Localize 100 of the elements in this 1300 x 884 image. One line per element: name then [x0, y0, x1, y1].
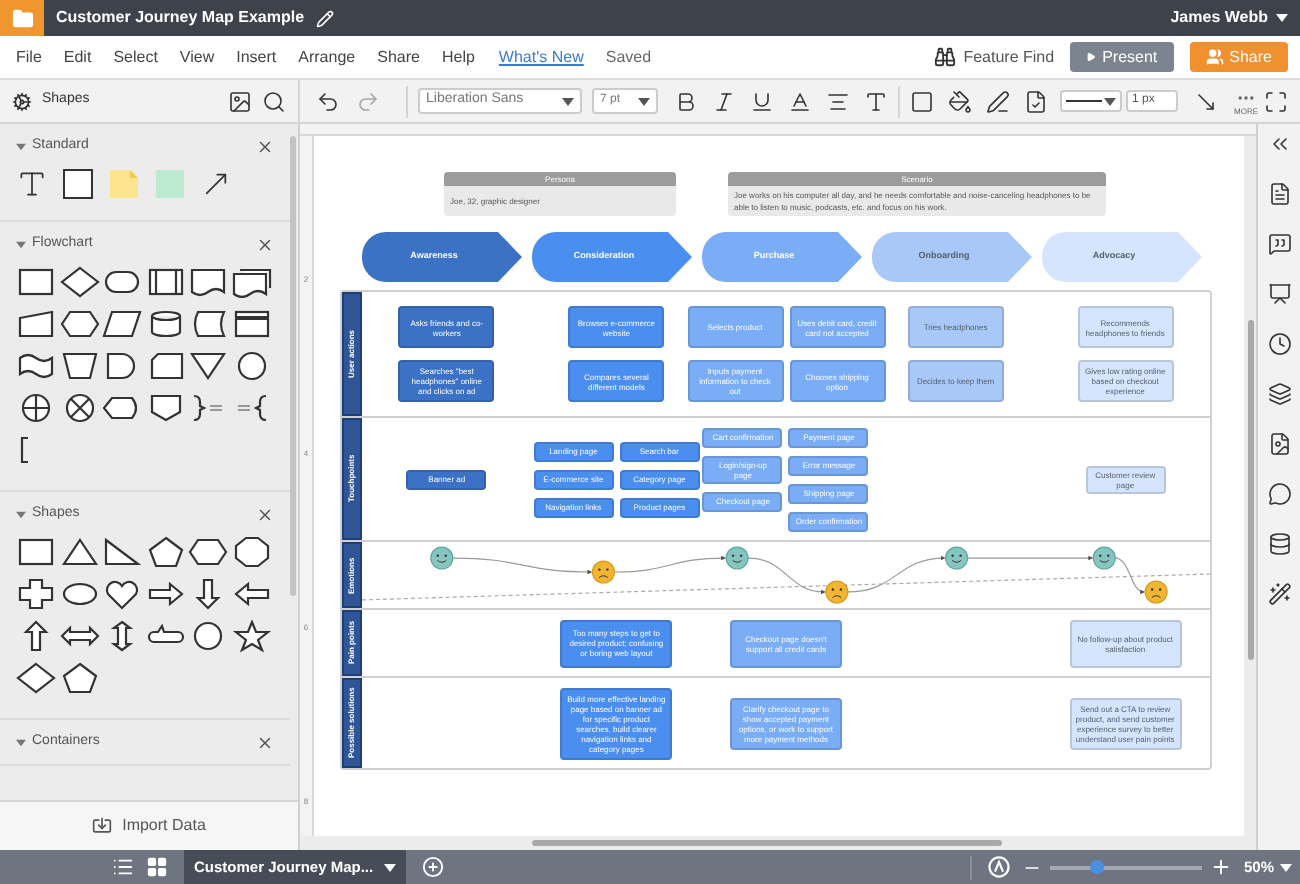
rectangle-shape-icon[interactable] [16, 536, 56, 568]
close-icon[interactable] [256, 733, 274, 751]
tape-shape-icon[interactable] [16, 350, 56, 382]
add-page-icon[interactable] [421, 856, 444, 878]
right-arrow-shape-icon[interactable] [145, 578, 185, 610]
quote-icon[interactable] [1267, 232, 1291, 256]
heart-shape-icon[interactable] [102, 578, 142, 610]
clock-icon[interactable] [1267, 332, 1291, 356]
line-arrow-icon[interactable] [1194, 89, 1218, 113]
section-toggle-icon[interactable] [16, 141, 26, 151]
double-arrow-shape-icon[interactable] [59, 620, 99, 652]
layers-icon[interactable] [1267, 382, 1291, 406]
undo-icon[interactable] [316, 89, 340, 113]
scrollbar-thumb[interactable] [1247, 320, 1253, 660]
caret-icon [383, 863, 396, 871]
bold-icon[interactable] [674, 89, 698, 113]
italic-icon[interactable] [712, 89, 736, 113]
text-tool-icon[interactable] [16, 168, 48, 200]
menu-item[interactable]: Edit [63, 45, 92, 69]
menu-item[interactable]: Help [441, 45, 475, 69]
diamond-shape-icon[interactable] [59, 266, 99, 298]
arrow-line-icon[interactable] [200, 168, 232, 200]
hexagon-shape-icon[interactable] [59, 308, 99, 340]
search-icon[interactable] [262, 89, 286, 113]
comment-icon[interactable] [1267, 482, 1291, 506]
fullscreen-icon[interactable] [1264, 89, 1288, 113]
collapse-icon[interactable] [1267, 132, 1291, 156]
triangle-in-circle-icon[interactable] [987, 856, 1010, 878]
section-toggle-icon[interactable] [16, 509, 26, 519]
off-page-shape-icon[interactable] [145, 392, 185, 424]
star-shape-icon[interactable] [231, 620, 271, 652]
close-icon[interactable] [256, 235, 274, 253]
stored-data-shape-icon[interactable] [188, 308, 228, 340]
image-file-icon[interactable] [1267, 432, 1291, 456]
diamond-shape-icon[interactable] [16, 662, 56, 694]
terminator-shape-icon[interactable] [102, 266, 142, 298]
menu-item[interactable]: Arrange [298, 45, 356, 69]
octagon-shape-icon[interactable] [231, 536, 271, 568]
left-arrow-shape-icon[interactable] [231, 578, 271, 610]
trapezoid-shape-icon[interactable] [59, 350, 99, 382]
database-icon[interactable] [1267, 532, 1291, 556]
manual-input-shape-icon[interactable] [16, 308, 56, 340]
triangle-shape-icon[interactable] [59, 536, 99, 568]
note-check-icon[interactable] [1024, 89, 1048, 113]
rename-pencil-icon[interactable] [316, 9, 335, 27]
import-data-button[interactable]: Import Data [0, 800, 298, 850]
cross-shape-icon[interactable] [16, 578, 56, 610]
present-button[interactable]: Present [1070, 42, 1174, 72]
whats-new-link[interactable]: What's New [498, 45, 584, 69]
circle-shape-icon[interactable] [188, 620, 228, 652]
menu-item[interactable]: Insert [236, 45, 277, 69]
user-menu[interactable]: James Webb [1170, 6, 1288, 30]
cloud-shape-icon[interactable] [59, 578, 99, 610]
menu-item[interactable]: View [179, 45, 215, 69]
text-size-icon[interactable] [864, 89, 888, 113]
image-icon[interactable] [228, 89, 252, 113]
circle-plus-shape-icon[interactable] [16, 392, 56, 424]
border-icon[interactable] [910, 89, 934, 113]
pentagon-shape-icon[interactable] [145, 536, 185, 568]
rectangle-shape-icon[interactable] [62, 168, 94, 200]
down-triangle-shape-icon[interactable] [188, 350, 228, 382]
document-shape-icon[interactable] [188, 266, 228, 298]
list-view-icon[interactable] [112, 856, 134, 878]
pentagon-shape-icon[interactable] [59, 662, 99, 694]
text-color-icon[interactable] [788, 89, 812, 113]
page-icon[interactable] [1267, 182, 1291, 206]
close-icon[interactable] [256, 505, 274, 523]
underline-icon[interactable] [750, 89, 774, 113]
presentation-icon[interactable] [1267, 282, 1291, 306]
zoom-in-icon[interactable] [1209, 856, 1232, 878]
menu-item[interactable]: Share [377, 45, 420, 69]
hexagon-shape-icon[interactable] [188, 536, 228, 568]
feature-find-button[interactable]: Feature Find [933, 45, 1055, 69]
cylinder-shape-icon[interactable] [145, 308, 185, 340]
caret-icon [562, 97, 574, 105]
scrollbar-thumb[interactable] [532, 840, 1002, 846]
close-icon[interactable] [256, 137, 274, 155]
menu-item[interactable]: File [16, 45, 42, 69]
menu-item[interactable]: Select [113, 45, 158, 69]
fill-bucket-icon[interactable] [948, 89, 972, 113]
slider-thumb[interactable] [1089, 859, 1104, 873]
section-toggle-icon[interactable] [16, 239, 26, 249]
magic-wand-icon[interactable] [1267, 582, 1291, 606]
parallelogram-shape-icon[interactable] [102, 308, 142, 340]
grid-view-icon[interactable] [146, 856, 168, 878]
card-shape-icon[interactable] [145, 350, 185, 382]
caret-icon [1104, 97, 1116, 105]
internal-storage-shape-icon[interactable] [231, 308, 271, 340]
section-toggle-icon[interactable] [16, 737, 26, 747]
play-icon [1086, 52, 1097, 62]
rectangle-shape-icon[interactable] [16, 266, 56, 298]
process-shape-icon[interactable] [145, 266, 185, 298]
documents-shape-icon[interactable] [231, 266, 271, 298]
align-icon[interactable] [826, 89, 850, 113]
line-style-select[interactable] [1060, 90, 1122, 112]
display-shape-icon[interactable] [102, 392, 142, 424]
right-triangle-shape-icon[interactable] [102, 536, 142, 568]
brace-note-shape-icon[interactable] [188, 392, 228, 424]
document-title[interactable]: Customer Journey Map Example [56, 6, 305, 30]
line-color-icon[interactable] [986, 89, 1010, 113]
